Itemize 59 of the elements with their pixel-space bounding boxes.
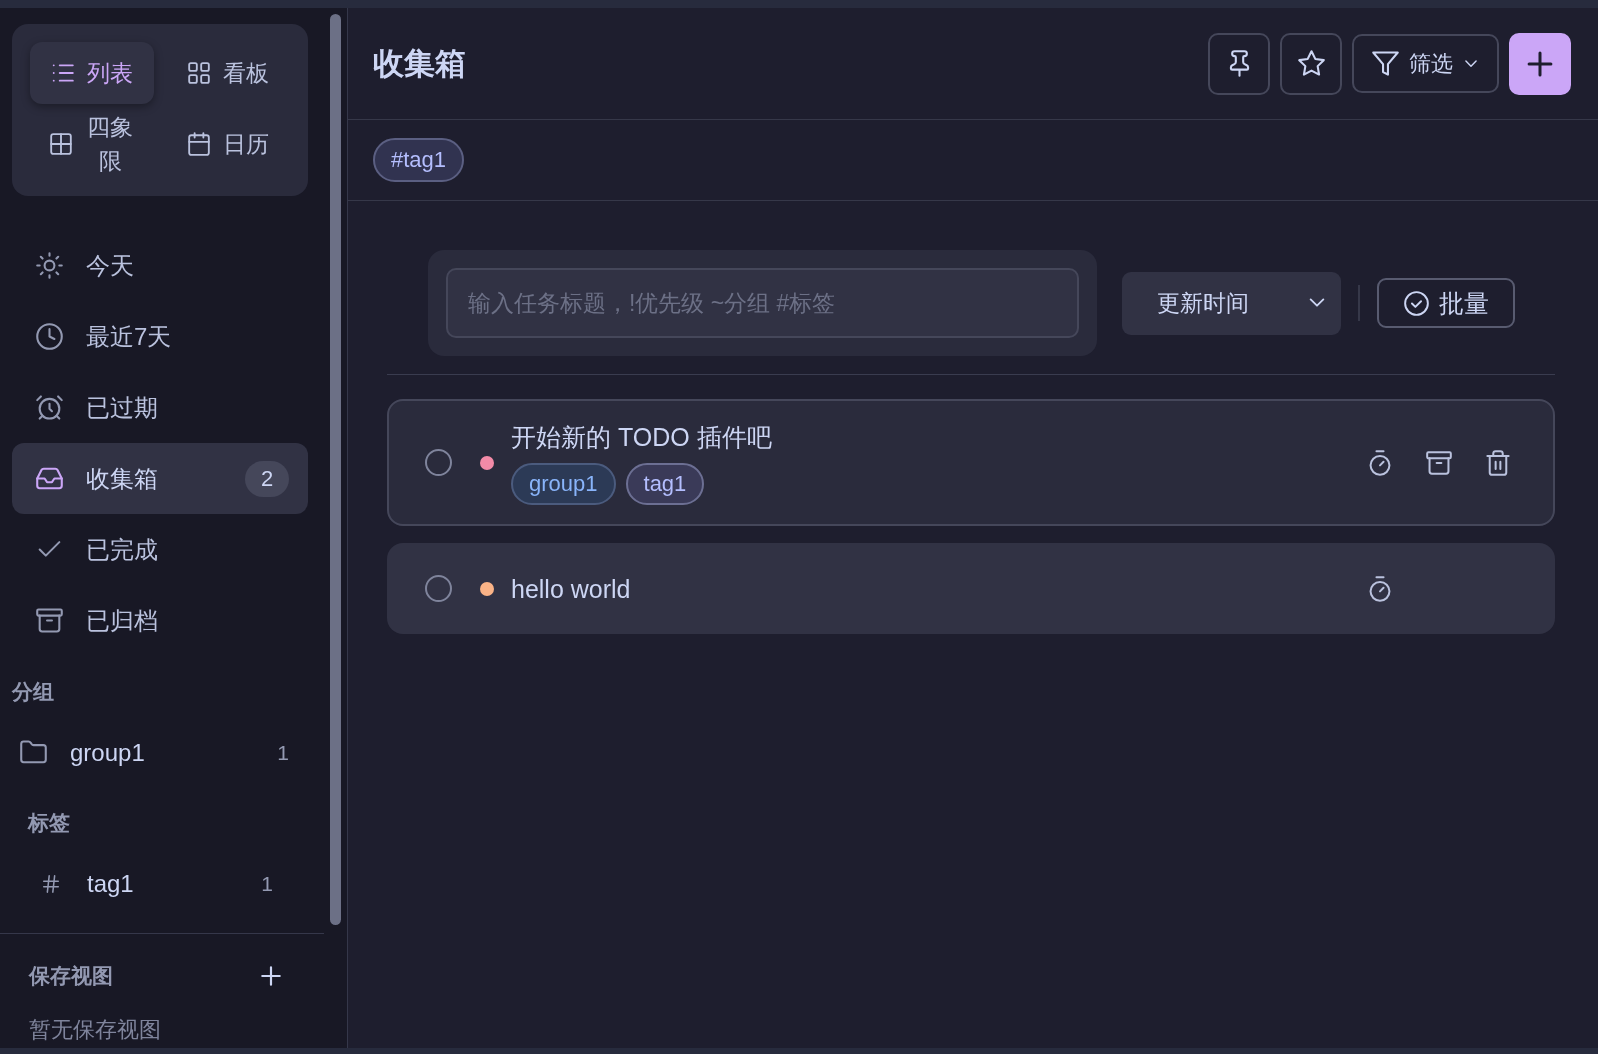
nav-item[interactable]: 已过期 (12, 372, 308, 444)
view-tab[interactable]: 看板 (166, 42, 290, 104)
task-card[interactable]: 开始新的 TODO 插件吧 group1 tag1 (387, 399, 1555, 526)
pin-button[interactable] (1208, 32, 1270, 95)
empty-text: 暂无保存视图 (29, 1017, 162, 1043)
nav-item[interactable]: 今天 (12, 230, 308, 302)
scrollbar-thumb[interactable] (330, 14, 341, 925)
item-count: 1 (277, 740, 289, 765)
section-title: 标签 (28, 811, 71, 836)
page-title: 收集箱 (373, 44, 466, 83)
view-tab[interactable]: 日历 (166, 110, 290, 179)
nav-item[interactable]: 最近7天 (12, 301, 308, 373)
clock-icon (36, 323, 63, 351)
sidebar-item[interactable]: group1 1 (12, 717, 308, 789)
task-card[interactable]: hello world (387, 543, 1555, 634)
stopwatch-icon (1367, 575, 1393, 602)
calendar-icon (187, 132, 211, 157)
list-icon (51, 61, 75, 85)
archive-button[interactable] (1426, 449, 1452, 476)
view-tab[interactable]: 列表 (30, 42, 154, 104)
nav-item[interactable]: 已完成 (12, 514, 308, 586)
archive-box-icon (36, 607, 63, 635)
nav-item[interactable]: 已归档 (12, 585, 308, 657)
batch-button[interactable]: 批量 (1377, 278, 1515, 328)
sidebar-item[interactable]: tag1 1 (28, 848, 292, 920)
filter-icon (1372, 50, 1399, 77)
section-title: 分组 (12, 680, 55, 705)
item-count: 1 (261, 871, 273, 896)
grid-square-icon (48, 132, 73, 157)
task-title: hello world (511, 573, 632, 605)
four-squares-icon (187, 61, 211, 85)
add-view-button[interactable] (259, 964, 283, 988)
sort-dropdown[interactable]: 更新时间 (1122, 271, 1341, 335)
filter-chip[interactable]: #tag1 (373, 138, 465, 182)
check-circle-icon (1403, 290, 1429, 316)
stopwatch-icon (1367, 449, 1393, 476)
task-title: 开始新的 TODO 插件吧 (511, 422, 773, 453)
timer-button[interactable] (1367, 575, 1393, 602)
count-badge: 2 (245, 460, 289, 497)
plus-icon (259, 964, 283, 988)
tag-chip[interactable]: tag1 (625, 463, 705, 505)
group-chip[interactable]: group1 (511, 463, 616, 505)
trash-icon (1485, 449, 1511, 476)
delete-button[interactable] (1485, 449, 1511, 476)
star-button[interactable] (1280, 32, 1342, 95)
task-input-field[interactable]: 输入任务标题，!优先级 ~分组 #标签 (446, 268, 1079, 338)
alarm-clock-icon (36, 394, 63, 422)
filter-button[interactable]: 筛选 (1352, 34, 1499, 93)
archive-box-icon (1426, 449, 1452, 476)
section-title: 保存视图 (29, 963, 113, 989)
nav-item[interactable]: 收集箱 2 (12, 443, 308, 515)
star-icon (1297, 50, 1325, 77)
task-checkbox[interactable] (425, 449, 452, 476)
add-task-button[interactable] (1509, 32, 1571, 95)
task-checkbox[interactable] (425, 575, 452, 602)
timer-button[interactable] (1367, 449, 1393, 476)
sun-icon (36, 252, 63, 280)
view-tab[interactable]: 四象限 (30, 110, 154, 179)
hash-icon (41, 873, 61, 894)
